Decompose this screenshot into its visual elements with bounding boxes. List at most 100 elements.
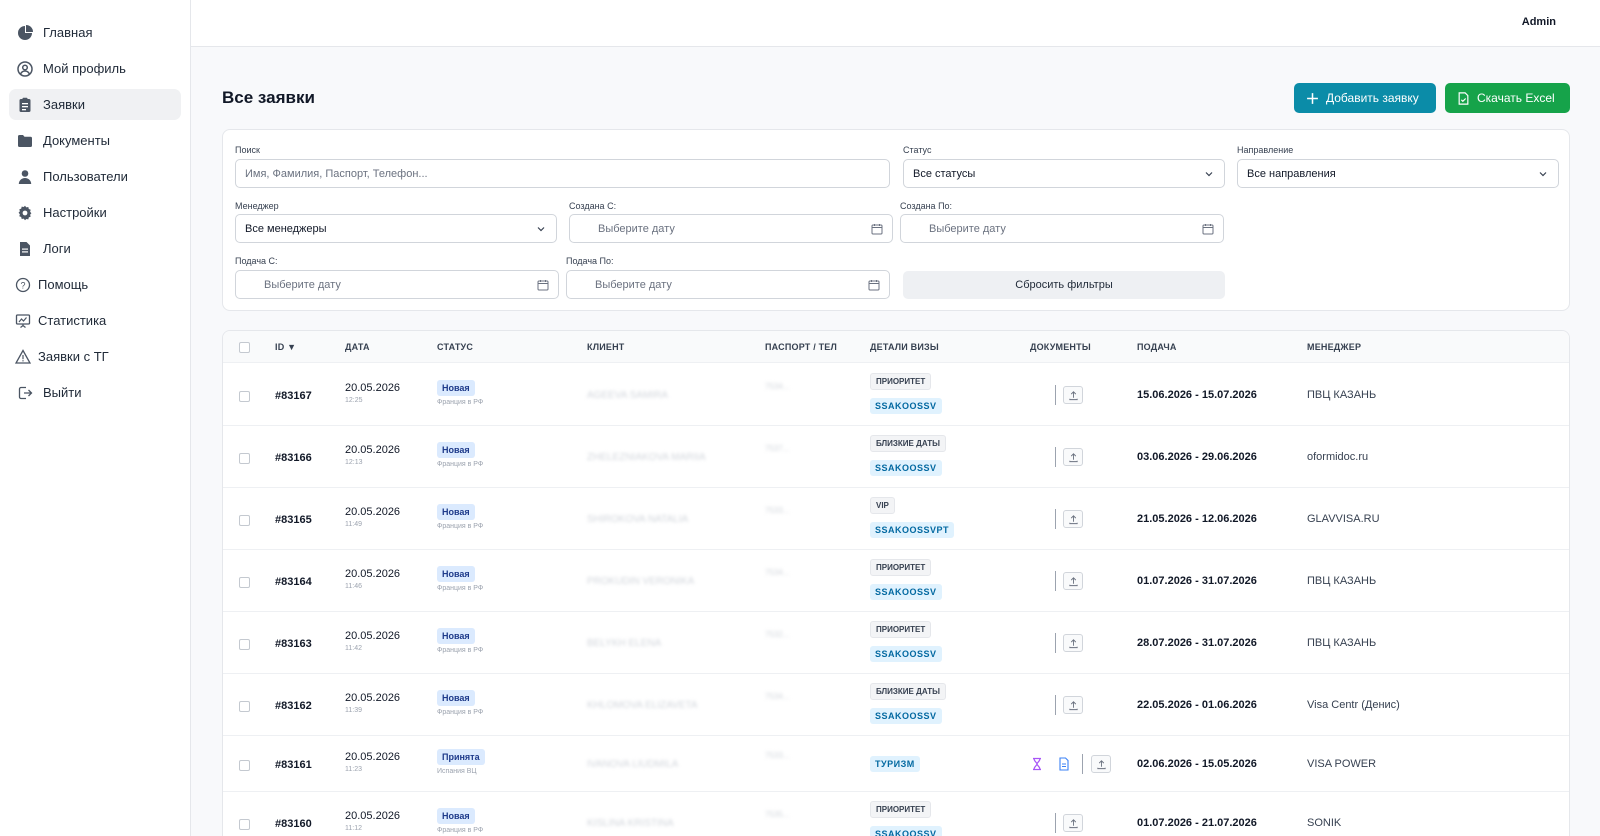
date-placeholder: Выберите дату	[595, 278, 672, 291]
request-time: 11:42	[345, 645, 362, 652]
sidebar-item-label: Логи	[43, 241, 71, 256]
row-checkbox[interactable]	[239, 453, 250, 464]
client-name[interactable]: SHIROKOVA NATALIA	[587, 514, 688, 525]
status-badge: Новая	[437, 806, 475, 824]
user-menu[interactable]: Admin	[1522, 16, 1556, 28]
upload-document-button[interactable]	[1063, 634, 1083, 652]
visa-code: SSAKOOSSV	[870, 706, 942, 724]
client-name[interactable]: AGEEVA SAMIRA	[587, 390, 668, 401]
sidebar-item-requests[interactable]: Заявки	[9, 89, 181, 120]
sidebar-item-label: Заявки	[43, 97, 85, 112]
col-visa: ДЕТАЛИ ВИЗЫ	[870, 342, 939, 352]
sidebar-item-logs[interactable]: Логи	[9, 233, 181, 264]
destination: Франция в РФ	[437, 461, 484, 468]
clipboard-icon	[16, 96, 34, 114]
upload-icon	[1096, 759, 1107, 770]
visa-code: SSAKOOSSV	[870, 644, 942, 662]
calendar-icon	[868, 280, 880, 291]
sidebar-item-stats[interactable]: Статистика	[9, 305, 181, 336]
upload-document-button[interactable]	[1063, 696, 1083, 714]
requests-table: ID ▼ ДАТА СТАТУС КЛИЕНТ ПАСПОРТ / ТЕЛ ДЕ…	[222, 330, 1570, 836]
sidebar-item-help[interactable]: ? Помощь	[9, 269, 181, 300]
destination: Франция в РФ	[437, 709, 484, 716]
passport-phone: 7534...	[765, 568, 790, 577]
request-id[interactable]: #83162	[275, 700, 312, 712]
upload-icon	[1068, 390, 1079, 401]
upload-document-button[interactable]	[1063, 572, 1083, 590]
client-name[interactable]: ZHELEZNIAKOVA MARIIA	[587, 452, 706, 463]
table-header: ID ▼ ДАТА СТАТУС КЛИЕНТ ПАСПОРТ / ТЕЛ ДЕ…	[223, 331, 1569, 363]
row-checkbox[interactable]	[239, 515, 250, 526]
row-checkbox[interactable]	[239, 577, 250, 588]
status-badge: Новая	[437, 626, 475, 644]
request-id[interactable]: #83163	[275, 638, 312, 650]
upload-icon	[1068, 700, 1079, 711]
hourglass-icon[interactable]	[1030, 757, 1044, 771]
sidebar-item-documents[interactable]: Документы	[9, 125, 181, 156]
row-checkbox[interactable]	[239, 760, 250, 771]
sidebar-item-logout[interactable]: Выйти	[9, 377, 181, 408]
request-id[interactable]: #83167	[275, 390, 312, 402]
client-name[interactable]: PROKUDIN VERONIKA	[587, 576, 694, 587]
row-checkbox[interactable]	[239, 701, 250, 712]
select-all-checkbox[interactable]	[239, 342, 250, 353]
row-checkbox[interactable]	[239, 639, 250, 650]
request-id[interactable]: #83165	[275, 514, 312, 526]
submission-period: 21.05.2026 - 12.06.2026	[1137, 513, 1257, 525]
download-excel-button[interactable]: Скачать Excel	[1445, 83, 1570, 113]
sidebar-item-profile[interactable]: Мой профиль	[9, 53, 181, 84]
sidebar-item-home[interactable]: Главная	[9, 17, 181, 48]
manager-select[interactable]: Все менеджеры	[235, 214, 557, 243]
visa-code: SSAKOOSSV	[870, 824, 942, 836]
row-checkbox[interactable]	[239, 391, 250, 402]
request-id[interactable]: #83166	[275, 452, 312, 464]
direction-select[interactable]: Все направления	[1237, 159, 1559, 188]
row-checkbox[interactable]	[239, 819, 250, 830]
document-icon[interactable]	[1057, 757, 1071, 771]
status-select[interactable]: Все статусы	[903, 159, 1225, 188]
pie-chart-icon	[16, 24, 34, 42]
client-name[interactable]: BELYKH ELENA	[587, 638, 661, 649]
request-id[interactable]: #83164	[275, 576, 312, 588]
upload-document-button[interactable]	[1063, 510, 1083, 528]
sidebar-item-users[interactable]: Пользователи	[9, 161, 181, 192]
visa-tag: ПРИОРИТЕТ	[870, 557, 932, 576]
submission-period: 02.06.2026 - 15.05.2026	[1137, 758, 1257, 770]
submit-to-date[interactable]: Выберите дату	[566, 270, 890, 299]
docs-divider	[1055, 695, 1056, 715]
calendar-icon	[537, 280, 549, 291]
status-badge-text: Новая	[437, 504, 475, 520]
created-from-date[interactable]: Выберите дату	[569, 214, 893, 243]
request-id[interactable]: #83161	[275, 759, 312, 771]
sidebar-item-tg-requests[interactable]: Заявки с ТГ	[9, 341, 181, 372]
sidebar-item-label: Выйти	[43, 385, 82, 400]
col-id[interactable]: ID ▼	[275, 342, 296, 352]
client-name[interactable]: KHLOMOVA ELIZAVETA	[587, 700, 698, 711]
sidebar-item-label: Заявки с ТГ	[38, 349, 109, 364]
sidebar-item-settings[interactable]: Настройки	[9, 197, 181, 228]
visa-tag-text: ПРИОРИТЕТ	[870, 559, 932, 576]
request-date: 20.05.2026	[345, 506, 401, 518]
manager-name: GLAVVISA.RU	[1307, 513, 1380, 525]
submit-from-label: Подача С:	[235, 256, 278, 266]
status-badge-text: Принята	[437, 749, 485, 765]
submit-from-date[interactable]: Выберите дату	[235, 270, 559, 299]
upload-document-button[interactable]	[1063, 448, 1083, 466]
upload-document-button[interactable]	[1091, 755, 1111, 773]
client-name[interactable]: KISLINA KRISTINA	[587, 818, 674, 829]
add-request-button[interactable]: Добавить заявку	[1294, 83, 1436, 113]
manager-name: ПВЦ КАЗАНЬ	[1307, 389, 1377, 401]
upload-document-button[interactable]	[1063, 814, 1083, 832]
reset-filters-button[interactable]: Сбросить фильтры	[903, 271, 1225, 299]
request-id[interactable]: #83160	[275, 818, 312, 830]
search-input[interactable]: Имя, Фамилия, Паспорт, Телефон...	[235, 159, 890, 188]
upload-document-button[interactable]	[1063, 386, 1083, 404]
status-badge: Новая	[437, 440, 475, 458]
gear-icon	[16, 204, 34, 222]
chevron-down-icon	[1539, 172, 1547, 177]
submission-period: 03.06.2026 - 29.06.2026	[1137, 451, 1257, 463]
manager-name: ПВЦ КАЗАНЬ	[1307, 637, 1377, 649]
created-to-date[interactable]: Выберите дату	[900, 214, 1224, 243]
client-name[interactable]: IVANOVA LIUDMILA	[587, 759, 678, 770]
sidebar-item-label: Помощь	[38, 277, 89, 292]
